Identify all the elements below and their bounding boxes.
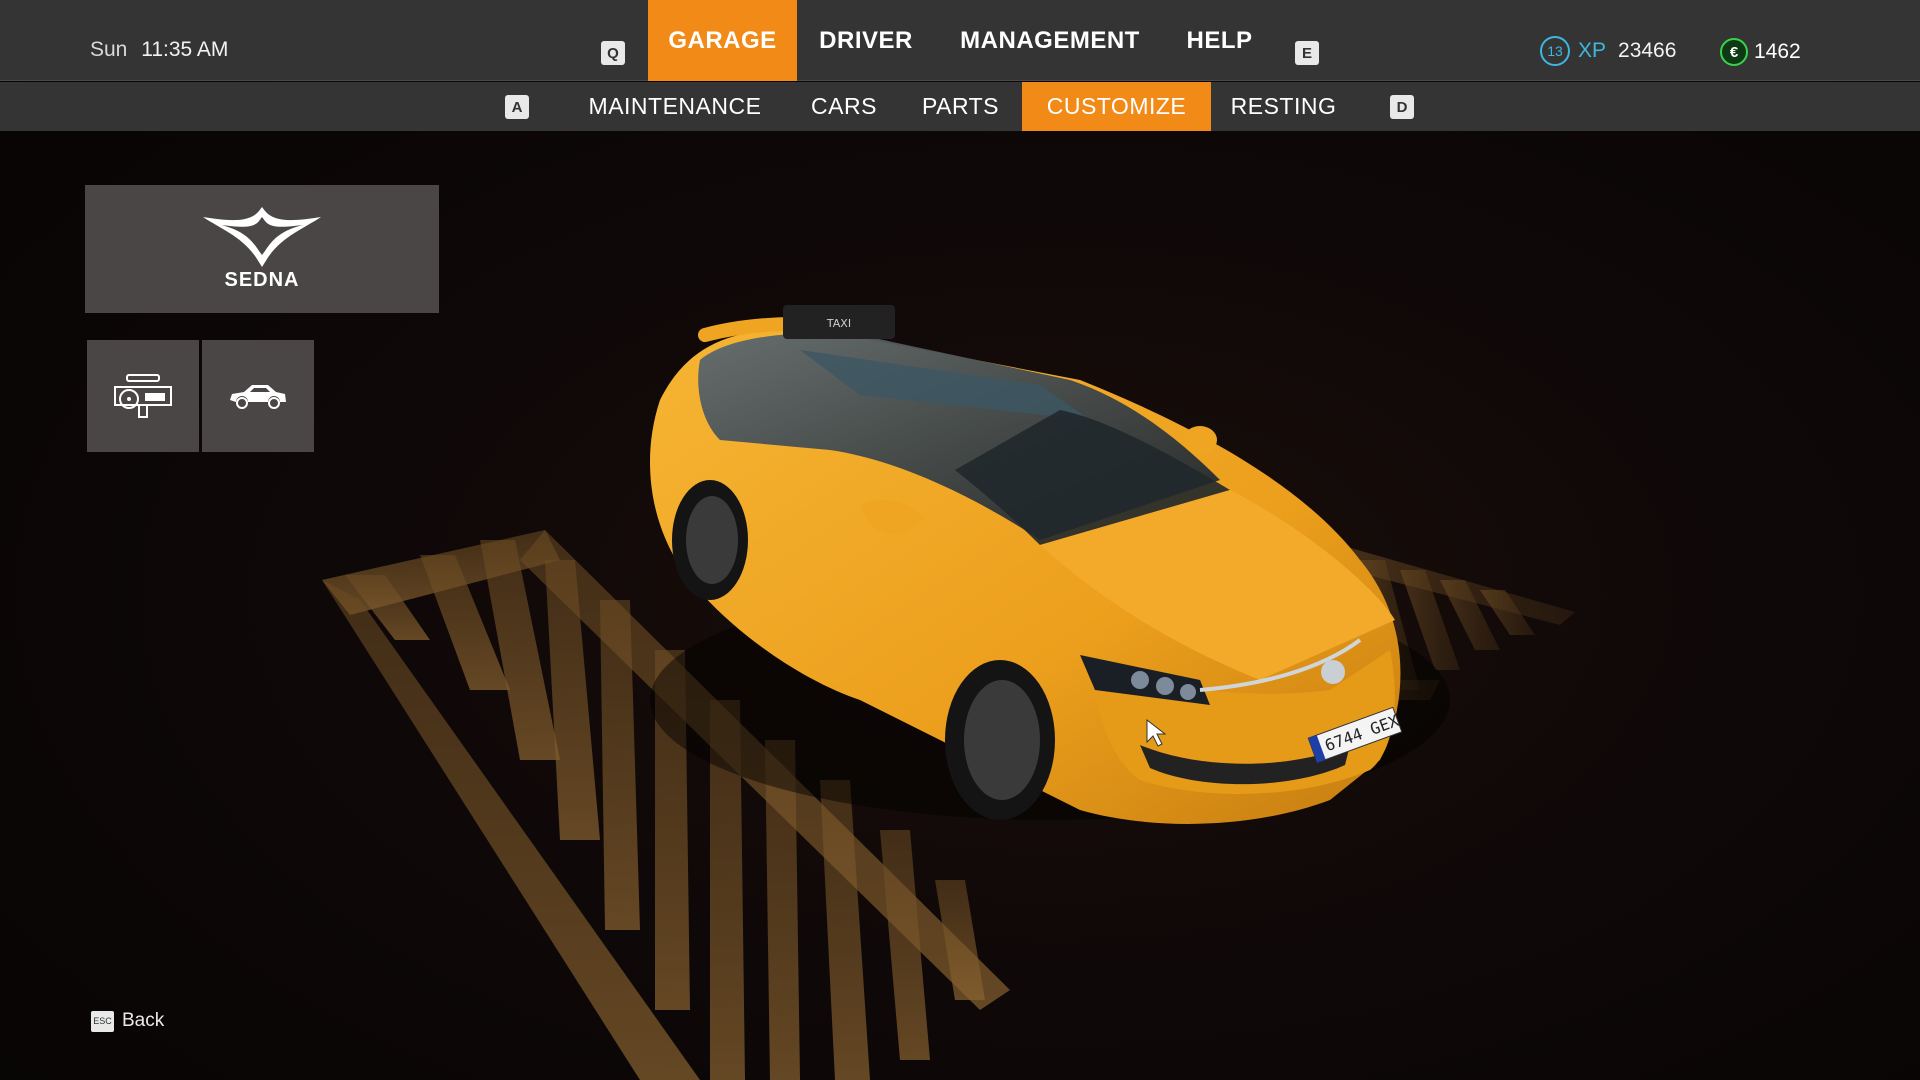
tab-help[interactable]: HELP	[1172, 0, 1267, 81]
back-label: Back	[122, 1010, 165, 1031]
top-bar: Sun 11:35 AM Q GARAGE DRIVER MANAGEMENT …	[0, 0, 1920, 81]
interior-view-icon	[114, 374, 172, 418]
taxi-sign-text: TAXI	[826, 317, 851, 330]
tab-driver[interactable]: DRIVER	[807, 0, 925, 81]
back-button[interactable]: ESC Back	[91, 1010, 164, 1032]
sedna-logo-icon	[203, 206, 321, 267]
brand-card: SEDNA	[85, 185, 439, 313]
tab-management[interactable]: MANAGEMENT	[947, 0, 1153, 81]
euro-icon: €	[1720, 38, 1748, 66]
tab-cars[interactable]: CARS	[798, 82, 890, 131]
interior-view-button[interactable]	[87, 340, 199, 452]
sub-nav-bar: A MAINTENANCE CARS PARTS CUSTOMIZE RESTI…	[0, 82, 1920, 131]
xp-display: 13 XP 23466	[1540, 36, 1676, 66]
tab-parts[interactable]: PARTS	[908, 82, 1013, 131]
tab-customize[interactable]: CUSTOMIZE	[1022, 82, 1211, 131]
exterior-view-button[interactable]	[202, 340, 314, 452]
tab-maintenance[interactable]: MAINTENANCE	[570, 82, 780, 131]
prev-sub-tab-key[interactable]: A	[505, 95, 529, 119]
taxi-car: TAXI 6744 GEX	[650, 305, 1450, 824]
garage-scene: TAXI 6744 GEX	[0, 0, 1920, 1080]
xp-label: XP	[1578, 39, 1607, 62]
exterior-view-icon	[230, 385, 286, 409]
next-sub-tab-key[interactable]: D	[1390, 95, 1414, 119]
brand-name: SEDNA	[224, 268, 300, 291]
next-main-tab-key[interactable]: E	[1295, 41, 1319, 65]
money-value: 1462	[1754, 40, 1801, 63]
day-label: Sun	[90, 38, 128, 61]
esc-key: ESC	[91, 1010, 114, 1032]
xp-value: 23466	[1618, 39, 1677, 62]
clock: Sun 11:35 AM	[90, 38, 228, 62]
money-display: € 1462	[1720, 38, 1801, 66]
tab-resting[interactable]: RESTING	[1220, 82, 1347, 131]
level-badge: 13	[1540, 36, 1570, 66]
tab-garage[interactable]: GARAGE	[648, 0, 797, 81]
prev-main-tab-key[interactable]: Q	[601, 41, 625, 65]
time-label: 11:35 AM	[141, 38, 229, 61]
